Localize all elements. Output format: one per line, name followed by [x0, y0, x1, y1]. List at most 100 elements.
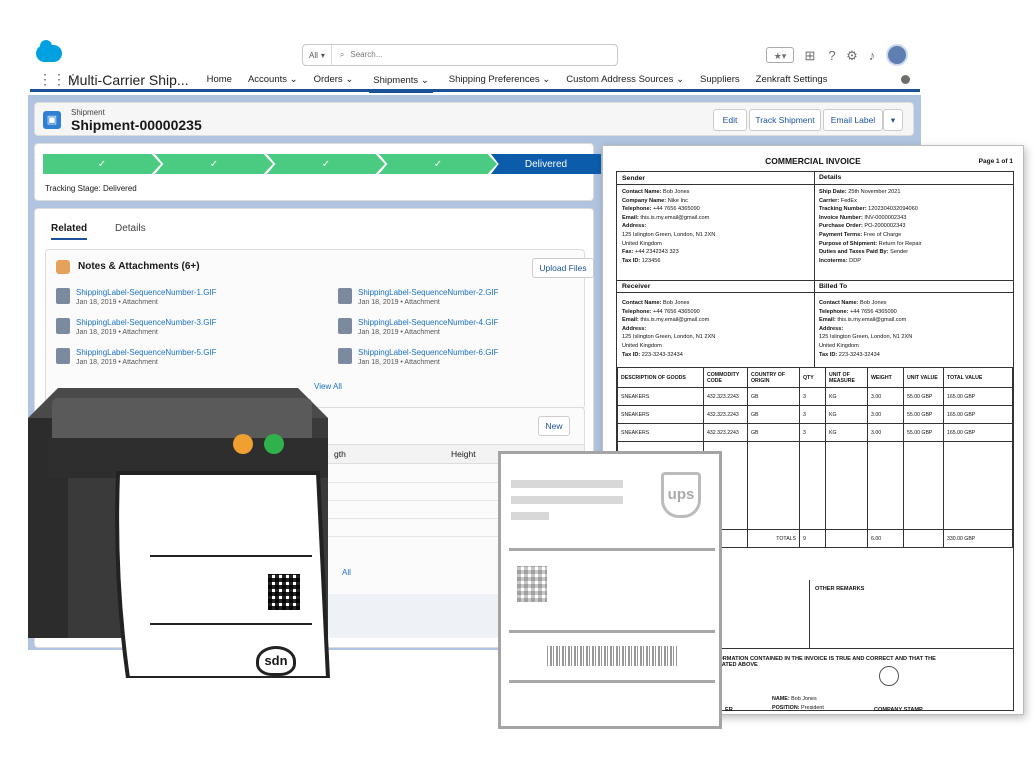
- signer-info: NAME: Bob Jones POSITION: President: [772, 696, 824, 711]
- path-stage-1[interactable]: ✓: [43, 154, 161, 174]
- chevron-down-icon[interactable]: ⌄: [345, 74, 353, 85]
- file-icon: [56, 288, 70, 304]
- track-shipment-button[interactable]: Track Shipment: [749, 109, 821, 131]
- nav-item-custom-address-sources[interactable]: Custom Address Sources ⌄: [566, 74, 684, 85]
- bell-icon[interactable]: ♪: [864, 48, 880, 64]
- attachment-item[interactable]: ShippingLabel-SequenceNumber-5.GIF Jan 18…: [56, 348, 217, 366]
- help-icon[interactable]: ?: [824, 48, 840, 64]
- invoice-page: Page 1 of 1: [978, 158, 1013, 165]
- check-icon: ✓: [433, 158, 443, 170]
- search-scope[interactable]: All ▾: [303, 45, 332, 65]
- check-icon: ✓: [321, 158, 331, 170]
- divider: [509, 548, 715, 551]
- company-seal-icon: [879, 666, 899, 686]
- file-icon: [56, 318, 70, 334]
- more-actions-button[interactable]: ▾: [883, 109, 903, 131]
- upload-files-button[interactable]: Upload Files: [532, 258, 594, 278]
- chevron-down-icon[interactable]: ⌄: [676, 74, 684, 85]
- file-icon: [56, 348, 70, 364]
- attachment-item[interactable]: ShippingLabel-SequenceNumber-4.GIF Jan 18…: [338, 318, 499, 336]
- check-icon: ✓: [97, 158, 107, 170]
- add-icon[interactable]: ⊞: [802, 48, 818, 64]
- attachment-item[interactable]: ShippingLabel-SequenceNumber-3.GIF Jan 18…: [56, 318, 217, 336]
- app-launcher-icon[interactable]: ⋮⋮⋮: [38, 71, 80, 88]
- receiver-heading: Receiver: [622, 283, 651, 290]
- gear-icon[interactable]: ⚙: [844, 48, 860, 64]
- app-name: Multi-Carrier Ship...: [68, 71, 189, 88]
- column-header-height[interactable]: Height: [451, 449, 476, 459]
- billed-to-heading: Billed To: [819, 283, 848, 290]
- chevron-down-icon[interactable]: ⌄: [421, 75, 429, 86]
- table-row: SNEAKERS 432.323.2243 GB 3 KG 3.00 55.00 GBP 16…: [617, 405, 1013, 424]
- favorites-icon[interactable]: ★▾: [766, 47, 794, 63]
- tab-related[interactable]: Related: [51, 223, 88, 240]
- notes-icon: [56, 260, 70, 274]
- nav-item-home[interactable]: Home: [207, 74, 232, 85]
- attachment-item[interactable]: ShippingLabel-SequenceNumber-1.GIF Jan 18…: [56, 288, 217, 306]
- sender-heading: Sender: [622, 175, 646, 182]
- qr-code-icon: [268, 574, 300, 610]
- search-icon: ⌕: [339, 50, 345, 59]
- object-type: Shipment: [71, 108, 105, 117]
- caret-down-icon: ▾: [320, 50, 325, 60]
- info-icon[interactable]: [901, 75, 910, 84]
- table-row: SNEAKERS 432.323.2243 GB 3 KG 3.00 55.00 GBP 16…: [617, 423, 1013, 442]
- invoice-title: COMMERCIAL INVOICE: [765, 156, 861, 166]
- path-stage-4[interactable]: ✓: [379, 154, 497, 174]
- company-stamp-label: COMPANY STAMP: [874, 707, 923, 713]
- shipment-icon: ▣: [43, 111, 61, 129]
- nav-item-suppliers[interactable]: Suppliers: [700, 74, 740, 85]
- label-printer: sdn: [28, 378, 408, 680]
- salesforce-logo[interactable]: [36, 40, 62, 62]
- table-row: SNEAKERS 432.323.2243 GB 3 KG 3.00 55.00 GBP 16…: [617, 387, 1013, 406]
- new-button[interactable]: New: [538, 416, 570, 436]
- label-text-line: [511, 512, 549, 520]
- receiver-block: Contact Name: Bob Jones Telephone: +44 7…: [622, 300, 716, 358]
- tab-details[interactable]: Details: [115, 223, 146, 234]
- global-search[interactable]: All ▾ ⌕ Search...: [302, 44, 618, 66]
- qr-code-icon: [517, 566, 547, 602]
- details-heading: Details: [819, 174, 842, 181]
- other-remarks-heading: OTHER REMARKS: [815, 586, 865, 592]
- global-header: All ▾ ⌕ Search... ★▾ ⊞ ? ⚙ ♪: [30, 38, 920, 72]
- path-stage-3[interactable]: ✓: [267, 154, 385, 174]
- chevron-down-icon[interactable]: ⌄: [290, 74, 298, 85]
- file-icon: [338, 318, 352, 334]
- details-block: Ship Date: 25th November 2021 Carrier: F…: [819, 189, 922, 264]
- nav-item-shipments[interactable]: Shipments ⌄: [369, 69, 433, 93]
- check-icon: ✓: [209, 158, 219, 170]
- table-header: DESCRIPTION OF GOODS COMMODITY CODE COUNTR…: [617, 367, 1013, 388]
- email-label-button[interactable]: Email Label: [823, 109, 883, 131]
- path-card: ✓ ✓ ✓ ✓ Delivered Tracking Stage: Delive…: [34, 143, 601, 201]
- nav-item-accounts[interactable]: Accounts ⌄: [248, 74, 298, 85]
- billed-to-block: Contact Name: Bob Jones Telephone: +44 7…: [819, 300, 913, 358]
- barcode-icon: [547, 646, 677, 666]
- path-stage-2[interactable]: ✓: [155, 154, 273, 174]
- label-text-line: [511, 496, 623, 504]
- chevron-down-icon[interactable]: ⌄: [542, 74, 550, 85]
- edit-button[interactable]: Edit: [713, 109, 747, 131]
- file-icon: [338, 288, 352, 304]
- search-placeholder: Search...: [350, 50, 383, 59]
- nav-item-shipping-preferences[interactable]: Shipping Preferences ⌄: [449, 74, 550, 85]
- divider: [509, 630, 715, 633]
- path-stage-delivered[interactable]: Delivered: [491, 154, 601, 174]
- attachment-item[interactable]: ShippingLabel-SequenceNumber-2.GIF Jan 18…: [338, 288, 499, 306]
- sdn-logo: sdn: [256, 646, 296, 676]
- file-icon: [338, 348, 352, 364]
- shipping-label: ups: [498, 451, 722, 729]
- sender-block: Contact Name: Bob Jones Company Name: Ni…: [622, 189, 716, 264]
- nav-item-orders[interactable]: Orders ⌄: [314, 74, 354, 85]
- app-nav: ⋮⋮⋮ Multi-Carrier Ship... Home Accounts …: [30, 69, 920, 93]
- attachment-item[interactable]: ShippingLabel-SequenceNumber-6.GIF Jan 18…: [338, 348, 499, 366]
- nav-item-zenkraft-settings[interactable]: Zenkraft Settings: [756, 74, 828, 85]
- tracking-stage: Tracking Stage: Delivered: [45, 184, 137, 193]
- caret-down-icon: ▾: [890, 114, 896, 125]
- divider: [509, 680, 715, 683]
- avatar[interactable]: [886, 44, 908, 66]
- declaration-text: FORMATION CONTAINED IN THE INVOICE IS TR…: [715, 656, 936, 668]
- ups-logo: ups: [661, 472, 701, 518]
- label-text-line: [511, 480, 623, 488]
- notes-title[interactable]: Notes & Attachments (6+): [78, 261, 200, 272]
- record-name: Shipment-00000235: [71, 117, 202, 133]
